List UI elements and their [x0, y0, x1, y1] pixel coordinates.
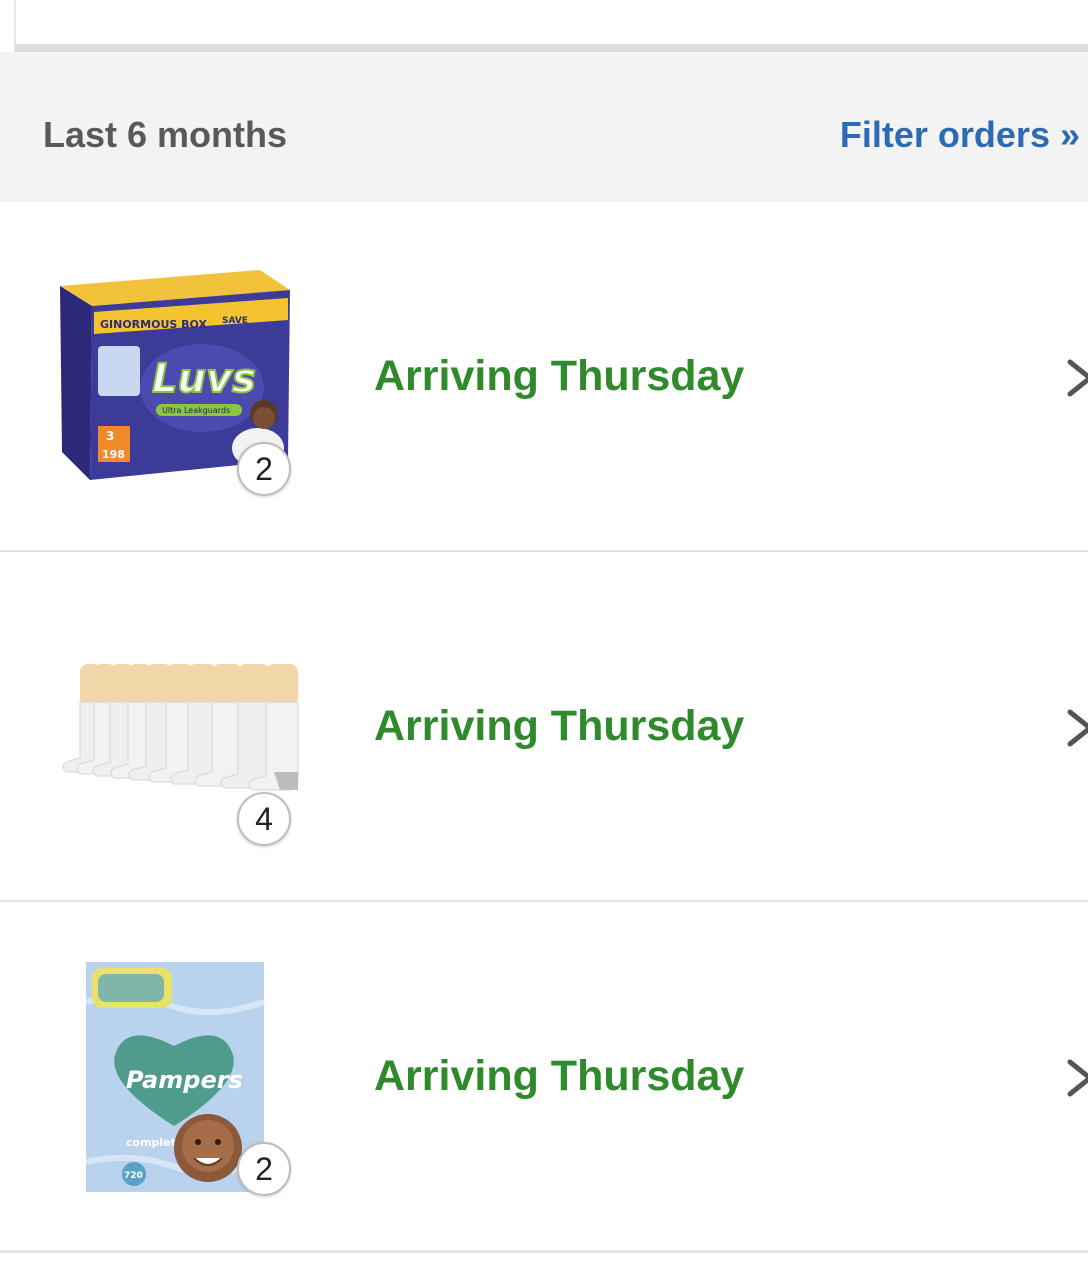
quantity-badge: 4: [237, 792, 291, 846]
delivery-status: Arriving Thursday: [374, 702, 745, 750]
luvs-box-text: GINORMOUS BOX: [100, 318, 207, 331]
pampers-box-text: Pampers: [126, 1066, 243, 1094]
quantity-badge: 2: [237, 1142, 291, 1196]
luvs-box-text: 3: [106, 429, 114, 443]
quantity-badge: 2: [237, 442, 291, 496]
order-row[interactable]: Pampers complete clean 720 2 Arriving Th…: [0, 902, 1088, 1253]
order-row[interactable]: 4 Arriving Thursday: [0, 552, 1088, 903]
previous-card-edge: [14, 0, 1088, 52]
time-range-label: Last 6 months: [43, 114, 288, 155]
luvs-box-text: 198: [102, 448, 125, 461]
luvs-box-text: Luvs: [152, 356, 256, 402]
filter-orders-link[interactable]: Filter orders »: [840, 112, 1080, 158]
chevron-right-icon: [1064, 354, 1088, 402]
chevron-right-icon: [1064, 1054, 1088, 1102]
chevron-right-icon: [1064, 704, 1088, 752]
delivery-status: Arriving Thursday: [374, 352, 745, 400]
luvs-box-text: SAVE: [222, 316, 248, 326]
delivery-status: Arriving Thursday: [374, 1052, 745, 1100]
pampers-box-text: 720: [124, 1171, 143, 1181]
order-row[interactable]: GINORMOUS BOX SAVE Luvs Ultra Leakguards…: [0, 202, 1088, 553]
luvs-box-text: Ultra Leakguards: [162, 406, 230, 415]
